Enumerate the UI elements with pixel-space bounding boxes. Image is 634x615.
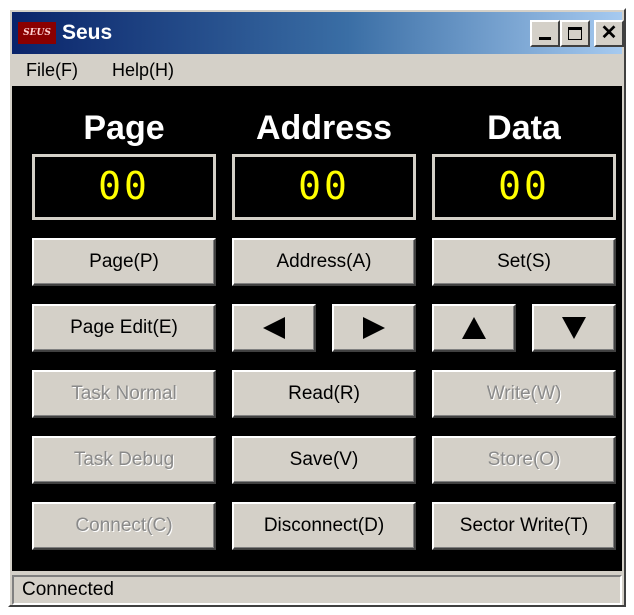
menu-bar: File(F) Help(H) — [12, 54, 622, 84]
address-heading: Address — [255, 109, 393, 147]
menu-help[interactable]: Help(H) — [112, 60, 174, 81]
save-button[interactable]: Save(V) — [232, 436, 416, 484]
data-display: 00 — [432, 154, 616, 220]
data-up-button[interactable] — [432, 304, 516, 352]
address-display: 00 — [232, 154, 416, 220]
maximize-icon — [568, 27, 582, 40]
address-right-button[interactable] — [332, 304, 416, 352]
page-heading: Page — [83, 109, 165, 147]
status-text: Connected — [22, 579, 114, 600]
app-window: SEUS Seus ✕ File(F) Help(H) Page Address… — [8, 8, 626, 607]
app-icon: SEUS — [18, 22, 56, 44]
right-arrow-icon — [363, 316, 385, 339]
task-normal-button[interactable]: Task Normal — [32, 370, 216, 418]
menu-file[interactable]: File(F) — [26, 60, 78, 81]
write-button[interactable]: Write(W) — [432, 370, 616, 418]
status-bar: Connected — [12, 575, 622, 605]
address-button[interactable]: Address(A) — [232, 238, 416, 286]
close-button[interactable]: ✕ — [594, 20, 624, 47]
minimize-icon — [539, 37, 551, 40]
window-title: Seus — [62, 21, 113, 44]
page-button[interactable]: Page(P) — [32, 238, 216, 286]
set-button[interactable]: Set(S) — [432, 238, 616, 286]
connect-button[interactable]: Connect(C) — [32, 502, 216, 550]
store-button[interactable]: Store(O) — [432, 436, 616, 484]
disconnect-button[interactable]: Disconnect(D) — [232, 502, 416, 550]
close-icon: ✕ — [600, 22, 618, 44]
data-heading: Data — [487, 109, 561, 147]
main-panel: Page Address Data 00 00 00 Page(P) Addre… — [12, 86, 622, 571]
minimize-button[interactable] — [530, 20, 560, 47]
data-down-button[interactable] — [532, 304, 616, 352]
title-bar[interactable]: SEUS Seus ✕ — [12, 12, 624, 54]
read-button[interactable]: Read(R) — [232, 370, 416, 418]
page-display: 00 — [32, 154, 216, 220]
page-edit-button[interactable]: Page Edit(E) — [32, 304, 216, 352]
up-arrow-icon — [462, 316, 486, 339]
left-arrow-icon — [263, 316, 285, 339]
address-left-button[interactable] — [232, 304, 316, 352]
maximize-button[interactable] — [560, 20, 590, 47]
down-arrow-icon — [562, 316, 586, 339]
sector-write-button[interactable]: Sector Write(T) — [432, 502, 616, 550]
task-debug-button[interactable]: Task Debug — [32, 436, 216, 484]
